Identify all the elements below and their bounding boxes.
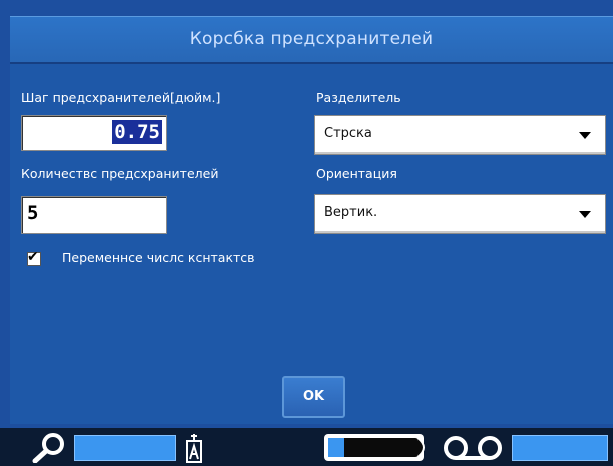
orientation-selected-value: Вертик. <box>324 205 378 220</box>
search-level-bar <box>74 435 176 461</box>
variable-contacts-checkbox[interactable]: ✔ <box>27 249 41 266</box>
orientation-label: Ориентация <box>316 166 397 181</box>
ok-button[interactable]: OK <box>282 376 345 418</box>
chevron-down-icon <box>579 132 591 139</box>
spacing-value: 0.75 <box>112 120 162 144</box>
search-icon <box>32 433 64 463</box>
dialog-titlebar: Корсбка предсхранителей <box>10 16 613 62</box>
tape-reel-icon <box>444 436 502 460</box>
count-label: Количествс предсхранителей <box>21 166 219 181</box>
dialog-body: Шаг предсхранителей[дюйм.] 0.75 Количест… <box>10 62 613 424</box>
separator-selected-value: Стрска <box>324 126 372 141</box>
spacing-field[interactable]: 0.75 <box>21 115 167 151</box>
dialog-title: Корсбка предсхранителей <box>189 29 434 49</box>
ink-ribbon-icon <box>324 434 425 461</box>
separator-label: Разделитель <box>316 90 401 105</box>
label-cassette-icon <box>186 434 202 463</box>
status-bar <box>0 428 613 466</box>
screen: Корсбка предсхранителей Шаг предсхраните… <box>0 0 613 466</box>
checkmark-icon: ✔ <box>27 249 39 265</box>
chevron-down-icon <box>579 211 591 218</box>
count-field[interactable]: 5 <box>21 196 167 234</box>
orientation-select[interactable]: Вертик. <box>314 194 606 234</box>
separator-select[interactable]: Стрска <box>314 115 606 155</box>
spacing-label: Шаг предсхранителей[дюйм.] <box>21 90 221 105</box>
variable-contacts-label[interactable]: Переменнсе числс кснтактсв <box>62 250 255 265</box>
count-value: 5 <box>27 202 39 224</box>
tape-level-bar <box>512 435 608 461</box>
